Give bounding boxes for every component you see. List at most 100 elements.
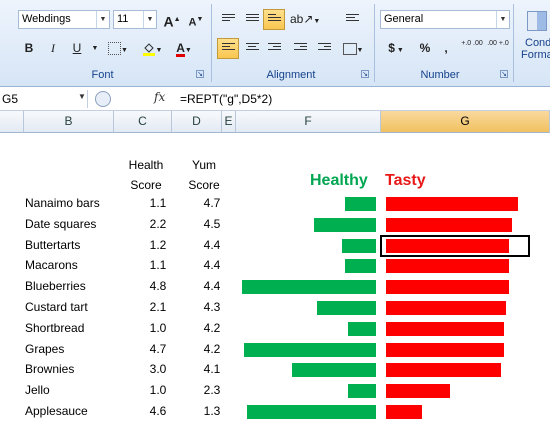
healthy-bar[interactable]	[348, 384, 376, 399]
yum-score-cell[interactable]: 4.3	[192, 297, 232, 317]
number-format-combo[interactable]: General ▼	[380, 10, 510, 29]
percent-button[interactable]: %	[414, 38, 436, 59]
shrink-font-button[interactable]: A▼	[185, 9, 207, 30]
increase-decimal-button[interactable]: +.0 .00	[460, 38, 484, 59]
tasty-bar[interactable]	[386, 405, 422, 419]
food-name-cell[interactable]: Jello	[25, 380, 50, 400]
decrease-decimal-button[interactable]: .00 +.0	[486, 38, 510, 59]
column-header-c[interactable]: C	[114, 111, 172, 133]
formula-input[interactable]: =REPT("g",D5*2)	[180, 92, 272, 106]
chevron-down-icon[interactable]: ▼	[496, 11, 509, 28]
yum-score-cell[interactable]: 4.5	[192, 214, 232, 234]
yum-score-cell[interactable]: 2.3	[192, 380, 232, 400]
food-name-cell[interactable]: Shortbread	[25, 318, 84, 338]
tasty-bar[interactable]	[386, 197, 518, 211]
column-header-d[interactable]: D	[172, 111, 222, 133]
healthy-bar[interactable]	[317, 301, 376, 315]
column-header-g[interactable]: G	[381, 111, 550, 133]
health-score-cell[interactable]: 2.1	[138, 297, 178, 317]
italic-button[interactable]: I	[42, 38, 64, 59]
health-score-cell[interactable]: 3.0	[138, 359, 178, 379]
formula-bar-resize-handle[interactable]	[95, 91, 111, 107]
food-name-cell[interactable]: Nanaimo bars	[25, 193, 100, 213]
tasty-bar[interactable]	[386, 301, 506, 315]
healthy-bar[interactable]	[314, 217, 376, 232]
tasty-bar[interactable]	[386, 321, 504, 336]
yum-score-cell[interactable]: 4.4	[192, 276, 232, 296]
health-score-cell[interactable]: 1.0	[138, 380, 178, 400]
bold-button[interactable]: B	[18, 38, 40, 59]
health-score-cell[interactable]: 1.0	[138, 318, 178, 338]
align-bottom-button[interactable]	[263, 9, 285, 30]
yum-score-cell[interactable]: 1.3	[192, 401, 232, 421]
align-center-button[interactable]	[241, 38, 263, 59]
yum-score-cell[interactable]: 4.7	[192, 193, 232, 213]
healthy-bar[interactable]	[292, 363, 376, 378]
orientation-button[interactable]: ab↗▼	[289, 9, 321, 30]
decrease-indent-button[interactable]	[289, 38, 311, 59]
healthy-bar[interactable]	[244, 342, 376, 357]
tasty-bar[interactable]	[386, 363, 501, 378]
tasty-bar[interactable]	[386, 280, 509, 295]
food-name-cell[interactable]: Macarons	[25, 255, 78, 275]
chevron-down-icon[interactable]: ▼	[143, 11, 156, 28]
conditional-formatting-button[interactable]: Cond Forma	[518, 8, 550, 72]
name-box[interactable]: G5	[0, 90, 88, 108]
active-cell-selection[interactable]	[380, 234, 530, 257]
healthy-bar[interactable]	[348, 321, 376, 336]
tasty-bar[interactable]	[386, 342, 504, 357]
food-name-cell[interactable]: Date squares	[25, 214, 96, 234]
font-color-button[interactable]: A▼	[170, 38, 198, 59]
font-name-combo[interactable]: Webdings ▼	[18, 10, 110, 29]
healthy-bar[interactable]	[242, 280, 376, 295]
comma-button[interactable]: ,	[438, 38, 454, 59]
food-name-cell[interactable]: Custard tart	[25, 297, 88, 317]
borders-button[interactable]: ▼	[104, 38, 132, 59]
merge-center-button[interactable]: ▼	[339, 38, 367, 59]
yum-score-cell[interactable]: 4.2	[192, 339, 232, 359]
wrap-text-button[interactable]	[343, 9, 361, 30]
chevron-down-icon[interactable]: ▼	[96, 11, 109, 28]
column-header-f[interactable]: F	[236, 111, 381, 133]
font-dialog-launcher-icon[interactable]: ↘	[196, 70, 204, 78]
align-left-button[interactable]	[217, 38, 239, 59]
healthy-bar[interactable]	[345, 259, 376, 274]
food-name-cell[interactable]: Applesauce	[25, 401, 88, 421]
healthy-bar[interactable]	[345, 197, 376, 211]
tasty-bar[interactable]	[386, 259, 509, 274]
healthy-bar[interactable]	[342, 238, 376, 253]
healthy-bar[interactable]	[247, 405, 376, 419]
health-score-cell[interactable]: 1.1	[138, 255, 178, 275]
alignment-dialog-launcher-icon[interactable]: ↘	[361, 70, 369, 78]
currency-button[interactable]: $ ▼	[382, 38, 410, 59]
name-box-dropdown-icon[interactable]: ▼	[78, 92, 86, 101]
font-size-combo[interactable]: 11 ▼	[113, 10, 157, 29]
align-right-button[interactable]	[263, 38, 285, 59]
underline-button[interactable]: U	[66, 38, 88, 59]
corner-select-all[interactable]	[0, 111, 24, 133]
health-score-cell[interactable]: 1.1	[138, 193, 178, 213]
food-name-cell[interactable]: Buttertarts	[25, 235, 80, 255]
insert-function-icon[interactable]: fx	[154, 90, 165, 104]
yum-score-cell[interactable]: 4.2	[192, 318, 232, 338]
align-top-button[interactable]	[217, 9, 239, 30]
food-name-cell[interactable]: Brownies	[25, 359, 74, 379]
increase-indent-button[interactable]	[313, 38, 335, 59]
health-score-cell[interactable]: 4.8	[138, 276, 178, 296]
tasty-bar[interactable]	[386, 217, 512, 232]
health-score-cell[interactable]: 1.2	[138, 235, 178, 255]
number-dialog-launcher-icon[interactable]: ↘	[500, 70, 508, 78]
align-middle-button[interactable]	[241, 9, 263, 30]
underline-dropdown[interactable]: ▼	[90, 38, 100, 59]
yum-score-cell[interactable]: 4.1	[192, 359, 232, 379]
column-header-b[interactable]: B	[24, 111, 114, 133]
fill-color-button[interactable]: ▼	[138, 38, 166, 59]
yum-score-cell[interactable]: 4.4	[192, 255, 232, 275]
health-score-cell[interactable]: 4.7	[138, 339, 178, 359]
grow-font-button[interactable]: A▲	[161, 9, 183, 30]
health-score-cell[interactable]: 2.2	[138, 214, 178, 234]
tasty-bar[interactable]	[386, 384, 450, 399]
health-score-cell[interactable]: 4.6	[138, 401, 178, 421]
column-header-e[interactable]: E	[222, 111, 236, 133]
yum-score-cell[interactable]: 4.4	[192, 235, 232, 255]
